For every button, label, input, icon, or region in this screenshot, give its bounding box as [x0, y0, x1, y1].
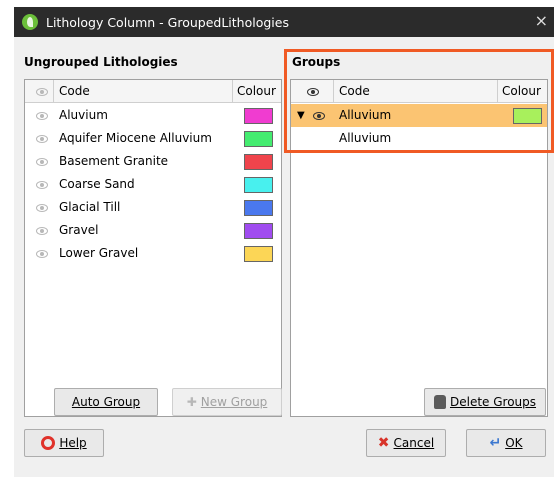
code-header[interactable]: Code: [59, 80, 90, 102]
visibility-header-icon[interactable]: [36, 88, 48, 96]
eye-icon[interactable]: [36, 250, 48, 258]
lithology-code: Gravel: [59, 223, 99, 237]
ungrouped-header: Code Colour: [25, 80, 281, 103]
plus-icon: ✚: [186, 395, 197, 409]
highlight-box: [284, 49, 554, 153]
lithology-row[interactable]: Aluvium: [25, 104, 281, 127]
delete-groups-button[interactable]: Delete Groups: [424, 388, 546, 416]
app-logo-icon: [22, 14, 38, 30]
colour-header[interactable]: Colour: [237, 80, 276, 102]
lithology-code: Glacial Till: [59, 200, 121, 214]
title-bar: Lithology Column - GroupedLithologies ×: [14, 7, 554, 37]
colour-swatch[interactable]: [244, 108, 273, 124]
dialog-body: Ungrouped Lithologies Code Colour Aluviu…: [14, 37, 554, 477]
eye-icon[interactable]: [36, 112, 48, 120]
cancel-button[interactable]: ✖ Cancel: [366, 429, 446, 457]
help-button[interactable]: Help: [24, 429, 104, 457]
ok-button[interactable]: ↵ OK: [466, 429, 546, 457]
colour-swatch[interactable]: [244, 131, 273, 147]
eye-icon[interactable]: [36, 227, 48, 235]
trash-icon: [433, 395, 446, 409]
close-icon[interactable]: ×: [535, 11, 548, 30]
lithology-code: Coarse Sand: [59, 177, 135, 191]
lithology-row[interactable]: Glacial Till: [25, 196, 281, 219]
cancel-x-icon: ✖: [377, 435, 390, 451]
lifebuoy-icon: [41, 436, 56, 450]
colour-swatch[interactable]: [244, 223, 273, 239]
lithology-row[interactable]: Basement Granite: [25, 150, 281, 173]
eye-icon[interactable]: [36, 204, 48, 212]
colour-swatch[interactable]: [244, 200, 273, 216]
enter-arrow-icon: ↵: [489, 435, 502, 451]
lithology-code: Aquifer Miocene Alluvium: [59, 131, 212, 145]
eye-icon[interactable]: [36, 135, 48, 143]
lithology-row[interactable]: Lower Gravel: [25, 242, 281, 265]
lithology-row[interactable]: Aquifer Miocene Alluvium: [25, 127, 281, 150]
lithology-code: Lower Gravel: [59, 246, 139, 260]
ungrouped-title: Ungrouped Lithologies: [24, 55, 178, 69]
ungrouped-list[interactable]: Code Colour Aluvium Aquifer Miocene Alluv…: [24, 79, 282, 417]
lithology-code: Basement Granite: [59, 154, 169, 168]
colour-swatch[interactable]: [244, 246, 273, 262]
auto-group-button[interactable]: Auto Group: [54, 388, 158, 416]
colour-swatch[interactable]: [244, 177, 273, 193]
new-group-button[interactable]: ✚ New Group: [172, 388, 282, 416]
lithology-code: Aluvium: [59, 108, 108, 122]
lithology-row[interactable]: Coarse Sand: [25, 173, 281, 196]
window-title: Lithology Column - GroupedLithologies: [46, 14, 289, 30]
eye-icon[interactable]: [36, 181, 48, 189]
colour-swatch[interactable]: [244, 154, 273, 170]
eye-icon[interactable]: [36, 158, 48, 166]
lithology-row[interactable]: Gravel: [25, 219, 281, 242]
